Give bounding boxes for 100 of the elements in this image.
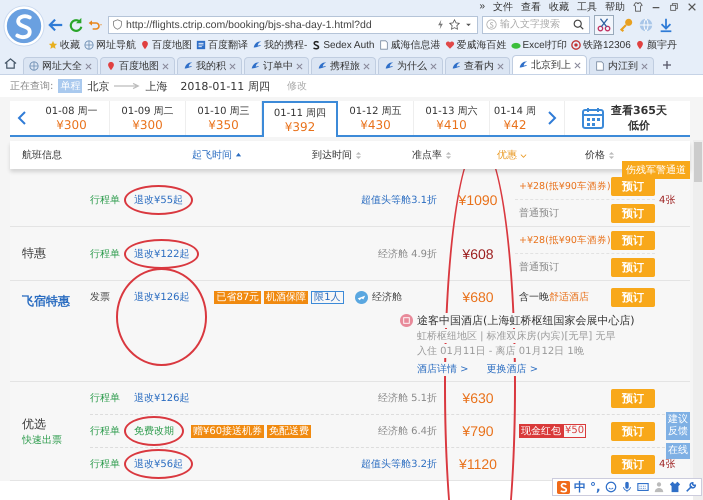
price: ¥608 bbox=[462, 246, 494, 262]
column-header[interactable]: 准点率 bbox=[412, 148, 497, 162]
column-header[interactable]: 起飞时间 bbox=[192, 148, 312, 162]
close-tab-icon[interactable] bbox=[229, 62, 236, 70]
close-tab-icon[interactable] bbox=[296, 62, 303, 70]
bookmark-link[interactable]: 百度翻译 bbox=[196, 38, 248, 52]
calendar-icon bbox=[581, 106, 605, 130]
swirl-icon bbox=[311, 40, 322, 50]
browser-tab[interactable]: 订单中 bbox=[244, 57, 309, 74]
menu-item[interactable]: 工具 bbox=[577, 0, 597, 14]
browser-tab[interactable]: 查看内 bbox=[445, 57, 510, 74]
column-header[interactable]: 价格 bbox=[585, 148, 690, 162]
bookmark-link[interactable]: 网址导航 bbox=[84, 38, 136, 52]
wrench-icon[interactable] bbox=[684, 481, 697, 493]
star-icon[interactable] bbox=[449, 19, 460, 30]
bookmark-link[interactable]: 收藏 bbox=[48, 38, 80, 52]
microphone-icon[interactable] bbox=[620, 481, 633, 493]
address-field[interactable]: http://flights.ctrip.com/booking/bjs-sha-day-1.html?dd bbox=[108, 16, 478, 34]
date-tab[interactable]: 01-09 周二 ¥300 bbox=[110, 101, 186, 135]
smiley-icon[interactable] bbox=[604, 481, 617, 493]
bookmark-link[interactable]: 铁路12306 bbox=[570, 38, 631, 52]
bookmark-link[interactable]: 爱威海百姓 bbox=[444, 38, 506, 52]
close-tab-icon[interactable] bbox=[574, 62, 581, 68]
map-pin-icon bbox=[634, 40, 645, 50]
bookmark-link[interactable]: 颜宇丹 bbox=[634, 38, 677, 52]
refund-link[interactable]: 退改¥55起 bbox=[134, 192, 184, 206]
date-tab[interactable]: 01-13 周六 ¥410 bbox=[414, 101, 490, 135]
refund-link[interactable]: 退改¥126起 bbox=[134, 290, 190, 304]
promo-tag: 机酒保障 bbox=[264, 290, 308, 304]
close-tab-icon[interactable] bbox=[85, 62, 92, 70]
room-detail: 虹桥枢纽地区 | 标准双床房(内宾)[无早] 无早 bbox=[417, 329, 616, 343]
input-method-logo[interactable] bbox=[557, 480, 570, 494]
shirt-icon[interactable] bbox=[633, 2, 643, 12]
browser-tab[interactable]: 网址大全 bbox=[23, 57, 98, 74]
offer-label: 普通预订 bbox=[519, 260, 559, 274]
menu-item[interactable]: 收藏 bbox=[549, 0, 569, 14]
date-tab[interactable]: 01-14 周 ¥42 bbox=[490, 101, 540, 135]
stay-dates: 入住 01月11日 - 离店 01月12日 1晚 bbox=[417, 344, 584, 358]
browser-tab[interactable]: 为什么 bbox=[378, 57, 443, 74]
plane-icon bbox=[355, 290, 368, 304]
bookmark-link[interactable]: 我的携程- bbox=[252, 38, 308, 52]
price: ¥680 bbox=[462, 289, 494, 305]
cabin-class: 经济舱 6.4折 bbox=[376, 424, 438, 438]
bookmark-link[interactable]: 威海信息港 bbox=[378, 38, 440, 52]
shirt-icon[interactable] bbox=[668, 481, 681, 493]
hotel-link[interactable]: 更换酒店 > bbox=[486, 362, 538, 376]
bonus-amount: ¥50 bbox=[563, 424, 586, 438]
refresh-icon[interactable] bbox=[68, 16, 84, 32]
sort-icon bbox=[355, 150, 362, 160]
cash-bonus-tag: 现金红包 bbox=[519, 424, 563, 438]
new-tab-icon[interactable] bbox=[662, 60, 672, 70]
cabin-class: 超值头等舱3.2折 bbox=[360, 458, 438, 471]
map-pin-icon bbox=[140, 40, 150, 50]
column-header[interactable]: 航班信息 bbox=[22, 148, 192, 162]
bookmark-link[interactable]: Excel打印 bbox=[510, 38, 567, 52]
group-label: 飞宿特惠 bbox=[22, 293, 71, 310]
close-tab-icon[interactable] bbox=[497, 62, 504, 70]
download-icon[interactable] bbox=[658, 16, 674, 32]
scissors-icon[interactable] bbox=[594, 14, 614, 34]
date-tab[interactable]: 01-12 周五 ¥430 bbox=[338, 101, 414, 135]
close-icon[interactable] bbox=[687, 2, 697, 12]
cabin-class: 经济舱 5.1折 bbox=[376, 392, 438, 405]
refund-link[interactable]: 退改¥122起 bbox=[134, 246, 190, 260]
itinerary-label: 行程单 bbox=[90, 424, 121, 438]
column-header[interactable]: 到达时间 bbox=[312, 148, 412, 162]
promo-tag: 已省87元 bbox=[214, 290, 262, 304]
scrollbar[interactable] bbox=[693, 140, 703, 500]
menu-item[interactable]: 帮助 bbox=[605, 0, 625, 14]
hotel-link[interactable]: 酒店详情 > bbox=[417, 362, 469, 376]
refund-link[interactable]: 退改¥56起 bbox=[134, 457, 184, 471]
menu-item[interactable]: » bbox=[479, 1, 485, 12]
calendar-link[interactable]: 查看365天 低价 bbox=[564, 101, 690, 135]
close-tab-icon[interactable] bbox=[363, 62, 370, 70]
home-icon[interactable] bbox=[4, 57, 17, 70]
close-tab-icon[interactable] bbox=[430, 62, 437, 70]
input-mode-toggle[interactable]: 中 bbox=[574, 478, 586, 496]
price: ¥1090 bbox=[458, 192, 498, 208]
close-tab-icon[interactable] bbox=[162, 62, 169, 70]
search-icon[interactable] bbox=[573, 19, 584, 30]
bird-icon bbox=[252, 40, 262, 50]
date-tab[interactable]: 01-08 周一 ¥300 bbox=[34, 101, 110, 135]
bookmark-link[interactable]: 百度地图 bbox=[140, 38, 192, 52]
close-tab-icon[interactable] bbox=[641, 62, 648, 70]
offer-label: 普通预订 bbox=[519, 206, 559, 220]
keyboard-icon[interactable] bbox=[636, 481, 649, 493]
punctuation-toggle[interactable]: °, bbox=[590, 480, 601, 494]
bookmark-link[interactable]: Sedex Auth bbox=[311, 40, 374, 50]
browser-tab[interactable]: 内江到 bbox=[589, 57, 654, 74]
restore-icon[interactable] bbox=[669, 2, 679, 12]
cabin-class: 经济舱 bbox=[372, 290, 402, 304]
browser-tab[interactable]: 携程旅 bbox=[311, 57, 376, 74]
browser-tab[interactable]: 北京到上 bbox=[512, 55, 587, 74]
browser-tab[interactable]: 我的积 bbox=[177, 57, 242, 74]
date-tab[interactable]: 01-11 周四 ¥392 bbox=[262, 101, 338, 137]
menu-item[interactable]: 文件 bbox=[493, 0, 513, 14]
lightning-icon[interactable] bbox=[435, 19, 446, 30]
refund-link[interactable]: 退改¥126起 bbox=[134, 391, 190, 405]
back-arrow-icon[interactable] bbox=[48, 16, 64, 32]
menu-item[interactable]: 查看 bbox=[521, 0, 541, 14]
browser-tab[interactable]: 百度地图 bbox=[100, 57, 175, 74]
